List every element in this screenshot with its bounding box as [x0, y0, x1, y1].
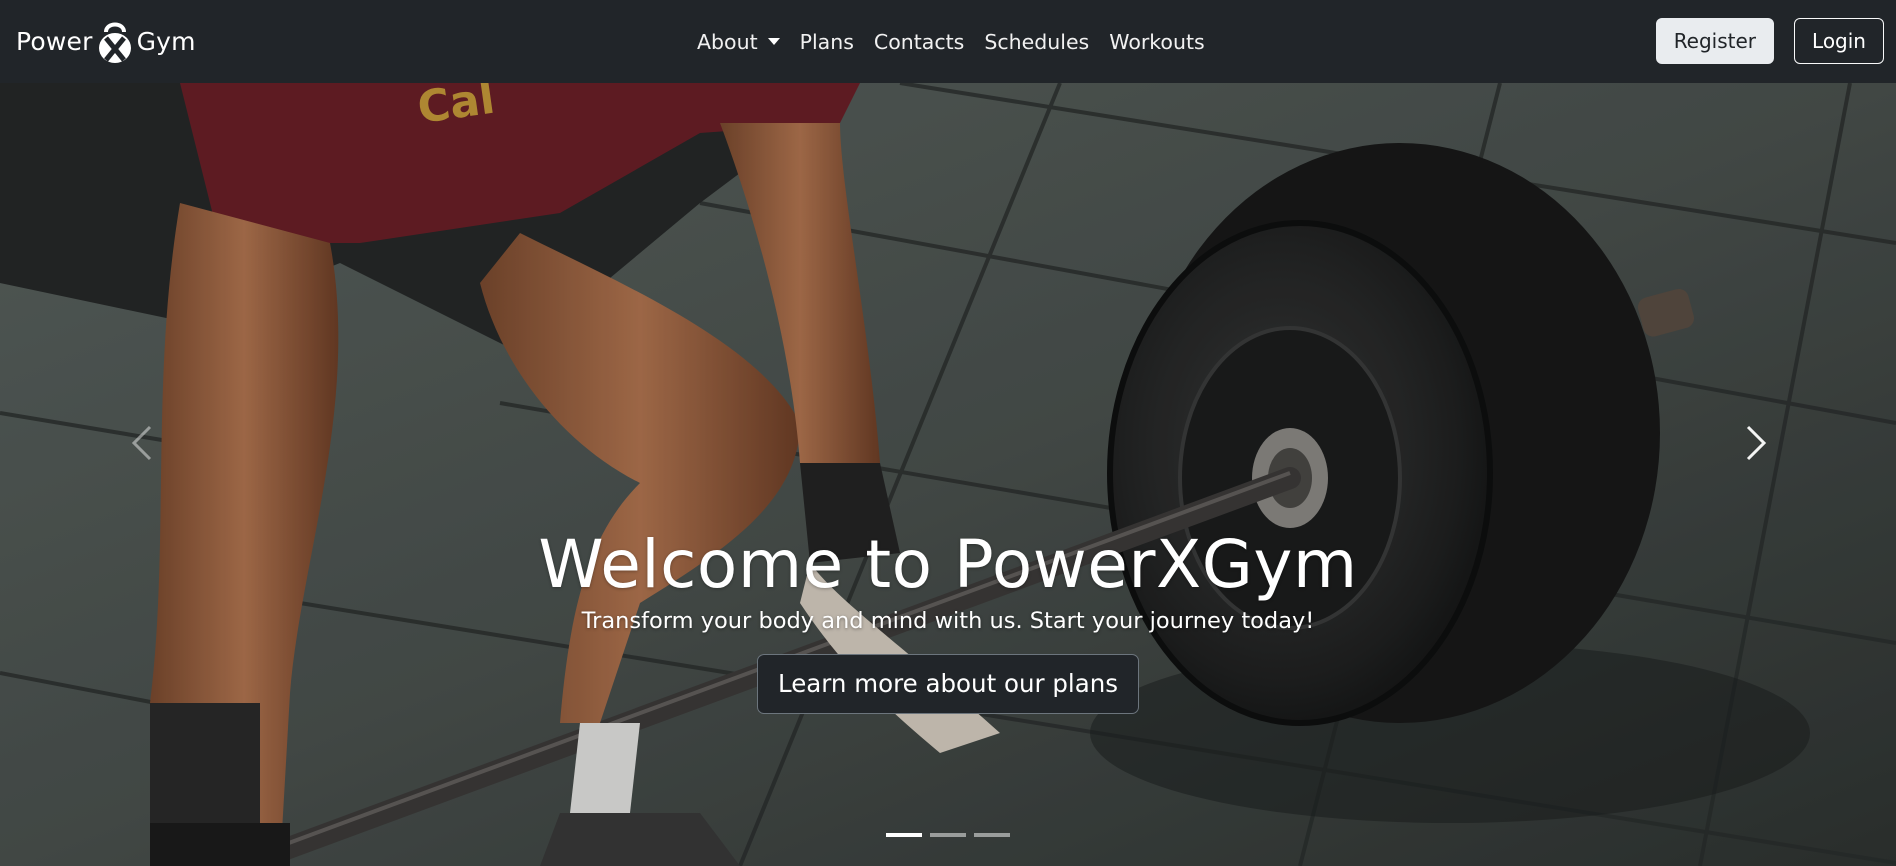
nav-about-label: About: [697, 29, 758, 54]
learn-more-plans-button[interactable]: Learn more about our plans: [756, 654, 1140, 715]
top-navbar: Power Gym About Plans Contacts Schedules…: [0, 0, 1896, 83]
caret-down-icon: [767, 38, 780, 45]
carousel-indicator-3[interactable]: [974, 833, 1010, 837]
hero-caption: Welcome to PowerXGym Transform your body…: [0, 525, 1896, 715]
nav-contacts[interactable]: Contacts: [864, 30, 974, 54]
main-nav: About Plans Contacts Schedules Workouts: [687, 0, 1215, 83]
chevron-left-icon: [131, 425, 152, 461]
nav-workouts[interactable]: Workouts: [1099, 30, 1214, 54]
auth-buttons: Register Login: [1655, 18, 1884, 64]
hero-carousel: Cal Welcome to PowerXGym Transform your …: [0, 83, 1896, 866]
carousel-prev-button[interactable]: [122, 413, 162, 473]
nav-schedules[interactable]: Schedules: [974, 30, 1099, 54]
chevron-right-icon: [1746, 425, 1767, 461]
nav-plans[interactable]: Plans: [790, 30, 864, 54]
carousel-indicators: [886, 833, 1010, 837]
hero-background-image: Cal: [0, 83, 1896, 866]
register-button[interactable]: Register: [1655, 18, 1775, 64]
nav-about-dropdown[interactable]: About: [687, 30, 790, 54]
brand-logo[interactable]: Power Gym: [16, 18, 196, 66]
hero-subtitle: Transform your body and mind with us. St…: [581, 608, 1315, 635]
hero-title: Welcome to PowerXGym: [538, 526, 1358, 603]
kettlebell-icon: [98, 22, 131, 63]
carousel-indicator-1[interactable]: [886, 833, 922, 837]
carousel-next-button[interactable]: [1736, 413, 1776, 473]
carousel-indicator-2[interactable]: [930, 833, 966, 837]
brand-text-left: Power: [16, 27, 93, 56]
brand-text-right: Gym: [136, 27, 196, 56]
login-button[interactable]: Login: [1794, 18, 1884, 64]
